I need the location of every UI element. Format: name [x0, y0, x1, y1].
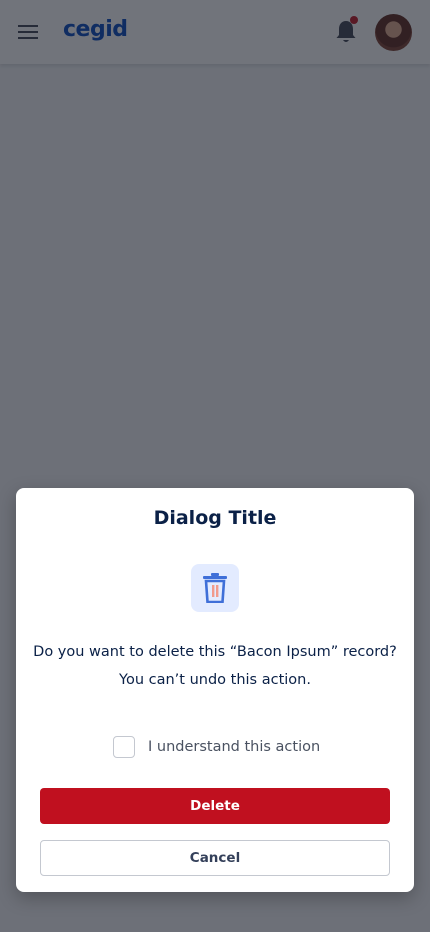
dialog-message-line-1: Do you want to delete this “Bacon Ipsum”…	[33, 644, 397, 660]
dialog-message-line-2: You can’t undo this action.	[119, 672, 311, 688]
dialog-message: Do you want to delete this “Bacon Ipsum”…	[16, 638, 414, 694]
understand-checkbox-row[interactable]: I understand this action	[113, 735, 320, 759]
delete-button[interactable]: Delete	[40, 788, 390, 824]
understand-checkbox-label[interactable]: I understand this action	[148, 739, 320, 755]
understand-checkbox[interactable]	[113, 736, 135, 758]
dialog-title: Dialog Title	[153, 507, 277, 529]
trash-icon	[191, 564, 239, 612]
app-screen: cegid Dialog Title Do you want to delete…	[0, 0, 430, 932]
cancel-button[interactable]: Cancel	[40, 840, 390, 876]
delete-confirmation-dialog: Dialog Title Do you want to delete this …	[16, 488, 414, 892]
